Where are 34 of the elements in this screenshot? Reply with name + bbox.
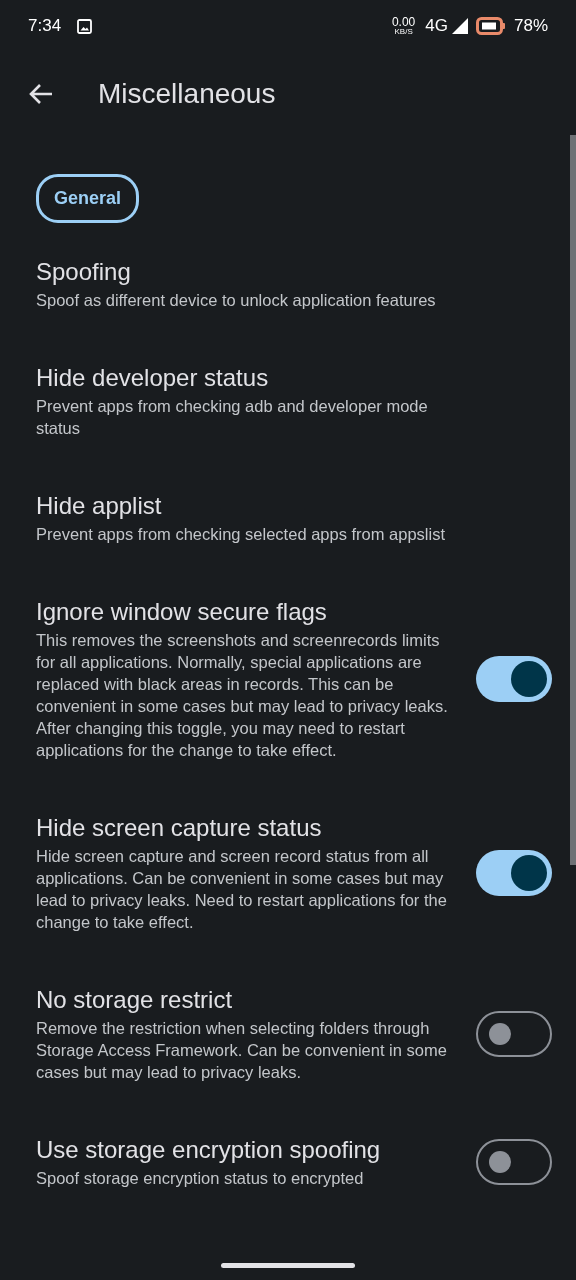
item-title: No storage restrict (36, 985, 234, 1015)
settings-item[interactable]: Use storage encryption spoofing Spoof storage encryption status to encrypted (36, 1109, 552, 1215)
item-title: Hide screen capture status (36, 813, 323, 843)
item-description: This removes the screenshots and screenrecords limits for all applications. Normally, special applications are replaced with black areas in records. This can be convenient in some cases but may lead to privacy leaks. After changing this toggle, you may need to restart applications for the change to take effect. (36, 630, 449, 761)
screen-title: Miscellaneous (98, 77, 276, 111)
item-description: Prevent apps from checking adb and developer mode status (36, 396, 429, 439)
battery-level: 78% (513, 15, 548, 38)
item-title: Ignore window secure flags (36, 597, 328, 627)
item-description: Prevent apps from checking selected apps from appslist (36, 524, 447, 545)
settings-item[interactable]: Spoofing Spoof as different device to unlock application features (36, 231, 552, 337)
network-type: 4G (425, 15, 448, 38)
settings-item[interactable]: Hide developer status Prevent apps from checking adb and developer mode status (36, 337, 552, 465)
item-title: Use storage encryption spoofing (36, 1135, 382, 1165)
clock-time: 7:34 (28, 15, 62, 38)
battery-icon (475, 17, 506, 35)
speed-unit: KB/S (394, 28, 413, 36)
item-title: Spoofing (36, 257, 132, 287)
signal-icon (451, 18, 468, 34)
toggle-switch[interactable] (476, 850, 552, 896)
settings-item[interactable]: No storage restrict Remove the restriction when selecting folders through Storage Access Framework. Can be convenient in some cases but may lead to privacy leaks. (36, 959, 552, 1109)
toggle-switch[interactable] (476, 1011, 552, 1057)
image-icon (77, 18, 93, 34)
network-speed: 0.00 (391, 16, 416, 28)
item-description: Spoof as different device to unlock application features (36, 290, 437, 311)
toggle-switch[interactable] (476, 656, 552, 702)
item-title: Hide developer status (36, 363, 270, 393)
item-description: Hide screen capture and screen record status from all applications. Can be convenient in some cases but may lead to privacy leaks. Need to restart applications for the change to take effect. (36, 846, 448, 933)
item-description: Remove the restriction when selecting folders through Storage Access Framework. Can be convenient in some cases but may lead to privacy leaks. (36, 1018, 448, 1083)
settings-item[interactable]: Hide applist Prevent apps from checking selected apps from appslist (36, 465, 552, 571)
item-title: Hide applist (36, 491, 163, 521)
back-icon[interactable] (28, 83, 54, 105)
toggle-switch[interactable] (476, 1139, 552, 1185)
item-description: Spoof storage encryption status to encrypted (36, 1168, 365, 1189)
section-chip: General (36, 174, 140, 223)
